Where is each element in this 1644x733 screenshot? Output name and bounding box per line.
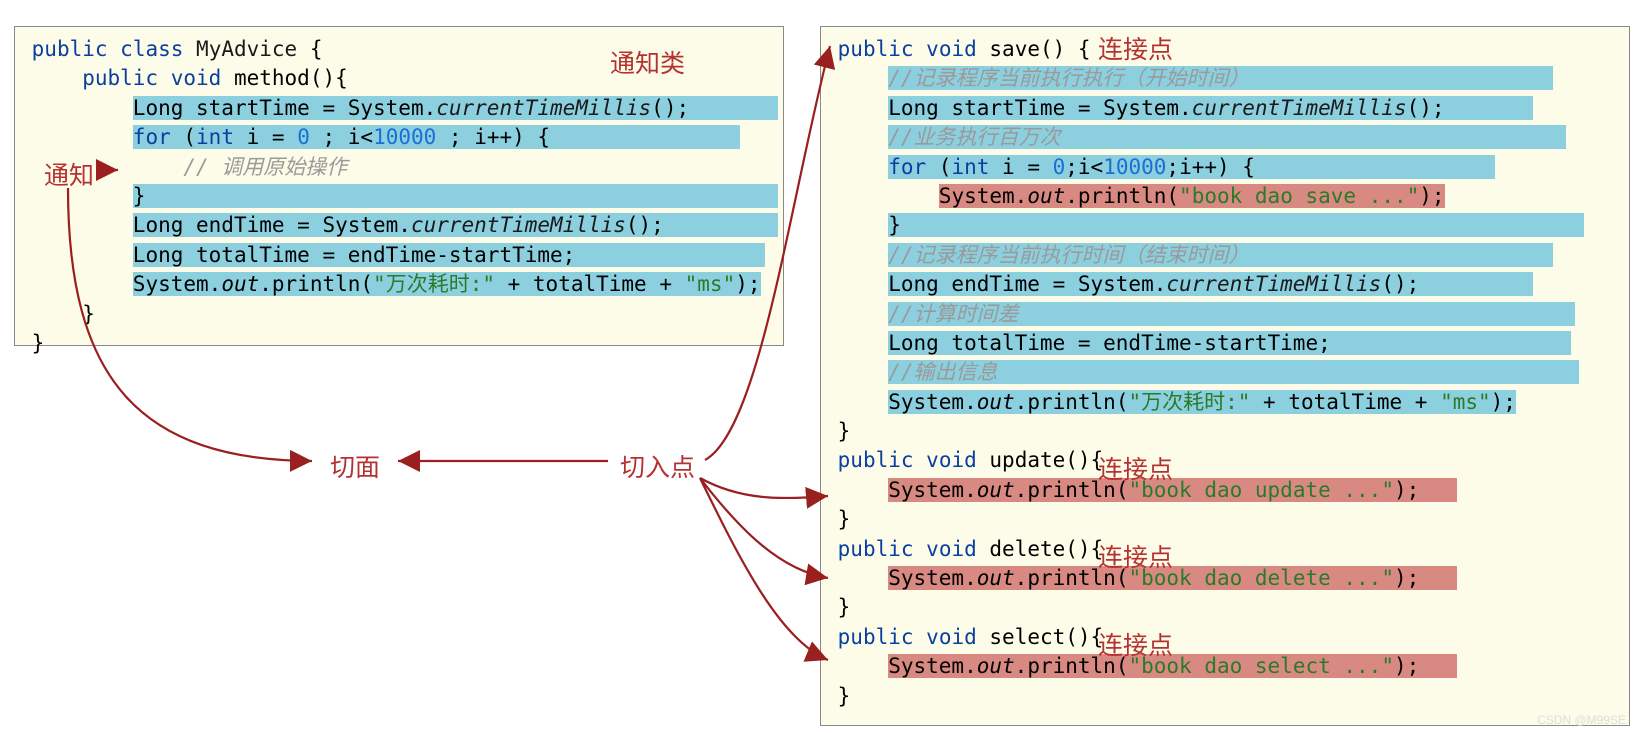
code-line: public void update(){ xyxy=(825,446,1625,475)
label-advice-class: 通知类 xyxy=(610,44,685,80)
code-line: Long totalTime = endTime-startTime; xyxy=(19,241,779,270)
code-line: public void save() { xyxy=(825,35,1625,64)
code-line: Long startTime = System.currentTimeMilli… xyxy=(19,94,779,123)
code-line: System.out.println("book dao update ..."… xyxy=(825,476,1625,505)
code-line: System.out.println("book dao select ..."… xyxy=(825,652,1625,681)
code-line: //输出信息 xyxy=(825,358,1625,387)
label-advice: 通知 xyxy=(44,156,94,192)
code-line: //记录程序当前执行时间（结束时间） xyxy=(825,241,1625,270)
code-line: Long endTime = System.currentTimeMillis(… xyxy=(825,270,1625,299)
label-joinpoint-delete: 连接点 xyxy=(1098,538,1173,574)
code-line: } xyxy=(825,505,1625,534)
code-line: Long startTime = System.currentTimeMilli… xyxy=(825,94,1625,123)
code-line: //计算时间差 xyxy=(825,300,1625,329)
code-line: } xyxy=(825,211,1625,240)
target-class-box: public void save() { //记录程序当前执行执行（开始时间） … xyxy=(820,26,1630,726)
code-line: } xyxy=(19,329,779,358)
label-aspect: 切面 xyxy=(330,448,380,484)
code-line: System.out.println("万次耗时:" + totalTime +… xyxy=(825,388,1625,417)
code-line: } xyxy=(19,300,779,329)
code-line: } xyxy=(825,682,1625,711)
label-joinpoint-update: 连接点 xyxy=(1098,450,1173,486)
code-line: } xyxy=(825,417,1625,446)
code-line: System.out.println("book dao delete ..."… xyxy=(825,564,1625,593)
watermark: CSDN @M99SE xyxy=(1537,713,1626,727)
code-line: } xyxy=(825,593,1625,622)
code-line: } xyxy=(19,182,779,211)
code-line: //业务执行百万次 xyxy=(825,123,1625,152)
label-pointcut: 切入点 xyxy=(620,448,695,484)
label-joinpoint-save: 连接点 xyxy=(1098,30,1173,66)
code-line: public void select(){ xyxy=(825,623,1625,652)
code-line: public void delete(){ xyxy=(825,535,1625,564)
label-joinpoint-select: 连接点 xyxy=(1098,626,1173,662)
code-line: // 调用原始操作 xyxy=(19,153,779,182)
code-line: System.out.println("万次耗时:" + totalTime +… xyxy=(19,270,779,299)
code-line: for (int i = 0 ; i<10000 ; i++) { xyxy=(19,123,779,152)
code-line: Long totalTime = endTime-startTime; xyxy=(825,329,1625,358)
code-line: //记录程序当前执行执行（开始时间） xyxy=(825,64,1625,93)
code-line: Long endTime = System.currentTimeMillis(… xyxy=(19,211,779,240)
code-line: for (int i = 0;i<10000;i++) { xyxy=(825,153,1625,182)
code-line: System.out.println("book dao save ..."); xyxy=(825,182,1625,211)
